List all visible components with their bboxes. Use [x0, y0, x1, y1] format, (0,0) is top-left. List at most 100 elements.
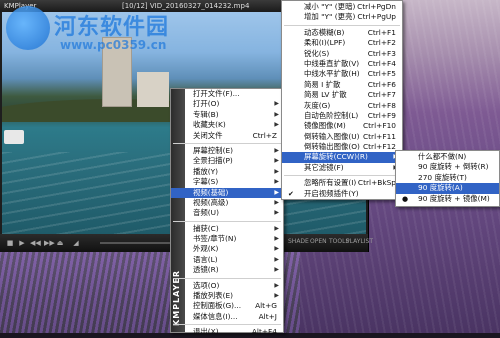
video-menu-item-18[interactable]: 忽略所有设置(I) Ctrl+BkSp: [282, 178, 402, 188]
main-menu-item-7[interactable]: 全景扫描(P) ▶: [171, 156, 283, 166]
menu-item-shortcut: Ctrl+F6: [367, 79, 396, 89]
watermark-text: 河东软件园: [54, 14, 170, 40]
menu-item-label: 什么都不做(N): [418, 152, 467, 161]
menu-item-label: 倒转输出图像(O): [304, 142, 360, 152]
submenu-arrow-icon: ▶: [274, 292, 279, 300]
video-menu-item-7[interactable]: 中线水平扩散(H) Ctrl+F5: [282, 69, 402, 79]
video-menu-item-10[interactable]: 灰度(G) Ctrl+F8: [282, 101, 402, 111]
main-menu-item-3[interactable]: 收藏夹(K) ▶: [171, 120, 283, 130]
main-menu-item-9[interactable]: 字幕(S) ▶: [171, 177, 283, 187]
menu-item-label: 选项(O): [193, 280, 220, 290]
video-menu-item-14[interactable]: 倒转输出图像(O) Ctrl+F12: [282, 142, 402, 152]
rotate-menu-item-1[interactable]: 90 度旋转 + 倒转(R): [396, 162, 499, 172]
main-menu-item-23[interactable]: 媒体信息(I)... Alt+J: [171, 312, 283, 322]
rotate-menu-item-3[interactable]: 90 度旋转(A): [396, 183, 499, 194]
menu-item-shortcut: Ctrl+F12: [363, 142, 396, 152]
volume-icon[interactable]: ◢: [72, 239, 80, 247]
main-menu-item-2[interactable]: 专辑(B) ▶: [171, 110, 283, 120]
video-building-2: [137, 72, 169, 107]
menu-item-label: 语言(L): [193, 254, 218, 264]
rotate-menu-item-2[interactable]: 270 度旋转(T): [396, 173, 499, 183]
submenu-arrow-icon: ▶: [274, 178, 279, 186]
menu-item-shortcut: Ctrl+F11: [363, 131, 396, 141]
menu-item-label: 外观(K): [193, 244, 219, 254]
menu-item-shortcut: Ctrl+F2: [367, 38, 396, 48]
submenu-arrow-icon: ▶: [274, 121, 279, 129]
menu-item-label: 忽略所有设置(I): [304, 178, 357, 188]
main-menu-item-25[interactable]: 退出(X) Alt+F4: [171, 327, 283, 337]
video-menu-item-3[interactable]: 动态模糊(B) Ctrl+F1: [282, 28, 402, 38]
main-menu-item-22[interactable]: 控制面板(G)... Alt+G: [171, 301, 283, 311]
video-basic-submenu: 减小 "Y" (更暗) Ctrl+PgDn 增加 "Y" (更亮) Ctrl+PgUp…: [281, 0, 403, 200]
main-menu-item-11[interactable]: 视频(高级) ▶: [171, 198, 283, 208]
main-menu-item-21[interactable]: 播放列表(E) ▶: [171, 291, 283, 301]
main-menu-item-15[interactable]: 书签/章节(N) ▶: [171, 234, 283, 244]
main-menu-item-20[interactable]: 选项(O) ▶: [171, 281, 283, 291]
stop-icon[interactable]: ■: [6, 239, 14, 247]
menu-item-label: 视频(高级): [193, 197, 229, 207]
main-menu-item-6[interactable]: 屏幕控制(E) ▶: [171, 146, 283, 156]
menu-separator: [173, 277, 281, 279]
video-menu-item-9[interactable]: 简易 LV 扩散 Ctrl+F7: [282, 90, 402, 100]
watermark-logo-icon: [6, 6, 50, 50]
video-menu-item-6[interactable]: 中线垂直扩散(V) Ctrl+F4: [282, 59, 402, 69]
main-menu-item-18[interactable]: 透镜(R) ▶: [171, 265, 283, 275]
main-menu-item-8[interactable]: 播放(Y) ▶: [171, 167, 283, 177]
video-menu-item-8[interactable]: 简易 I 扩散 Ctrl+F6: [282, 80, 402, 90]
menu-item-label: 其它滤镜(F): [304, 162, 344, 172]
menu-item-label: 视频(基础): [193, 187, 229, 197]
menu-item-label: 90 度旋转(A): [418, 183, 463, 193]
video-menu-item-19[interactable]: 开启视频插件(Y) ✔: [282, 189, 402, 199]
video-menu-item-13[interactable]: 倒转输入图像(U) Ctrl+F11: [282, 132, 402, 142]
video-menu-item-1[interactable]: 增加 "Y" (更亮) Ctrl+PgUp: [282, 12, 402, 22]
menu-item-label: 书签/章节(N): [193, 234, 237, 244]
submenu-arrow-icon: ▶: [274, 157, 279, 165]
submenu-arrow-icon: ▶: [274, 110, 279, 118]
menu-item-label: 90 度旋转 + 倒转(R): [418, 162, 489, 172]
rotate-menu-item-4[interactable]: 90 度旋转 + 镜像(M) ●: [396, 194, 499, 204]
main-menu-item-1[interactable]: 打开(O) ▶: [171, 99, 283, 109]
radio-dot-icon: ●: [402, 194, 409, 203]
menu-item-label: 屏幕旋转(CCW)(R): [304, 152, 368, 162]
playlist-button[interactable]: PLAYLIST: [346, 238, 373, 245]
main-menu-item-16[interactable]: 外观(K) ▶: [171, 244, 283, 254]
shade-button[interactable]: SHADE: [288, 238, 309, 245]
video-menu-item-0[interactable]: 减小 "Y" (更暗) Ctrl+PgDn: [282, 2, 402, 12]
prev-icon[interactable]: ◀◀: [30, 239, 41, 247]
menu-item-label: 播放(Y): [193, 166, 219, 176]
menu-item-label: 媒体信息(I)...: [193, 311, 238, 321]
menu-item-label: 捕获(C): [193, 223, 219, 233]
menu-item-label: 字幕(S): [193, 177, 219, 187]
main-menu-item-17[interactable]: 语言(L) ▶: [171, 255, 283, 265]
play-icon[interactable]: ▶: [18, 239, 26, 247]
video-menu-item-5[interactable]: 锐化(S) Ctrl+F3: [282, 49, 402, 59]
submenu-arrow-icon: ▶: [274, 167, 279, 175]
eject-icon[interactable]: ⏏: [56, 239, 64, 247]
menu-item-label: 动态模糊(B): [304, 27, 345, 37]
main-menu-item-0[interactable]: 打开文件(F)...: [171, 89, 283, 99]
menu-item-label: 柔和(I)(LPF): [304, 38, 346, 48]
submenu-arrow-icon: ▶: [274, 198, 279, 206]
menu-separator: [173, 142, 281, 144]
main-menu-item-12[interactable]: 音频(U) ▶: [171, 208, 283, 218]
menu-item-label: 简易 I 扩散: [304, 79, 341, 89]
video-menu-item-16[interactable]: 其它滤镜(F)▶: [282, 163, 402, 173]
video-menu-item-4[interactable]: 柔和(I)(LPF) Ctrl+F2: [282, 38, 402, 48]
video-menu-item-12[interactable]: 镜像图像(M) Ctrl+F10: [282, 121, 402, 131]
main-menu-item-4[interactable]: 关闭文件 Ctrl+Z: [171, 131, 283, 141]
submenu-arrow-icon: ▶: [274, 209, 279, 217]
next-icon[interactable]: ▶▶: [44, 239, 55, 247]
menu-item-label: 透镜(R): [193, 265, 219, 275]
video-menu-item-15[interactable]: 屏幕旋转(CCW)(R)▶: [282, 152, 402, 163]
menu-item-shortcut: Alt+F4: [251, 327, 277, 337]
menu-separator: [173, 324, 281, 326]
main-menu-item-10[interactable]: 视频(基础) ▶: [171, 187, 283, 198]
video-menu-item-11[interactable]: 自动色阶控制(L) Ctrl+F9: [282, 111, 402, 121]
submenu-arrow-icon: ▶: [274, 255, 279, 263]
open-button[interactable]: OPEN: [310, 238, 327, 245]
menu-item-shortcut: Ctrl+PgDn: [357, 2, 396, 11]
video-boat: [4, 130, 24, 144]
rotate-menu-item-0[interactable]: 什么都不做(N): [396, 152, 499, 162]
menu-item-shortcut: Ctrl+F4: [367, 58, 396, 68]
main-menu-item-14[interactable]: 捕获(C) ▶: [171, 224, 283, 234]
